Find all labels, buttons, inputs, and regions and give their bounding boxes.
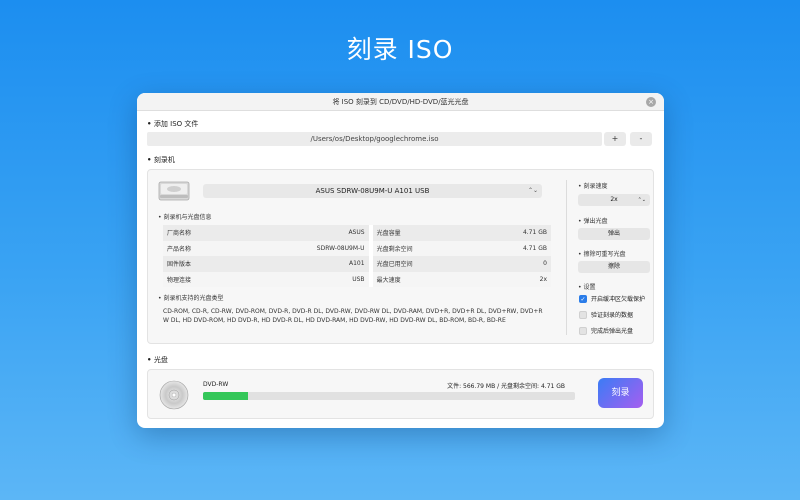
- drive-info-table: 厂商名称 ASUS 光盘容量 4.71 GB 产品名称 SDRW-08U9M-U 光盘剩余空…: [163, 225, 551, 287]
- media-types-text: CD-ROM, CD-R, CD-RW, DVD-ROM, DVD-R, DVD…: [163, 308, 543, 324]
- info-key: 光盘已用空间: [368, 256, 477, 272]
- info-value: 4.71 GB: [476, 225, 551, 241]
- info-key: 光盘剩余空间: [368, 240, 477, 256]
- option-label: 验证刻录的数据: [591, 312, 634, 319]
- info-value: 0: [476, 256, 551, 272]
- info-value: A101: [236, 256, 371, 272]
- option-checkbox[interactable]: [579, 310, 587, 319]
- info-value: USB: [236, 271, 371, 287]
- drive-select-value: ASUS SDRW-08U9M-U A101 USB: [315, 187, 430, 195]
- option-label: 完成后弹出光盘: [591, 328, 634, 335]
- hero-title: 刻录 ISO: [346, 35, 454, 64]
- info-key: 最大速度: [368, 271, 477, 287]
- burn-progress-bar: [203, 392, 575, 400]
- select-arrows-icon: ⌃⌄: [527, 187, 538, 194]
- erase-label: 擦除可重写光盘: [578, 249, 625, 258]
- info-row: 物理连接 USB 最大速度 2x: [163, 271, 551, 287]
- info-key: 产品名称: [163, 240, 237, 256]
- disc-label: 光盘: [147, 355, 168, 365]
- settings-label: 设置: [578, 282, 595, 291]
- burn-window: 将 ISO 刻录到 CD/DVD/HD-DVD/蓝光光盘 × 添加 ISO 文件…: [137, 93, 664, 428]
- media-types-label: 刻录机支持的光盘类型: [158, 293, 223, 302]
- eject-label: 弹出光盘: [578, 216, 607, 225]
- info-value: ASUS: [236, 225, 371, 241]
- option-checkbox[interactable]: [579, 326, 587, 335]
- window-title: 将 ISO 刻录到 CD/DVD/HD-DVD/蓝光光盘: [332, 98, 469, 106]
- info-value: 2x: [476, 271, 551, 287]
- optical-drive-icon: [158, 181, 190, 201]
- option-row[interactable]: 验证刻录的数据: [579, 310, 633, 319]
- drive-info-label: 刻录机与光盘信息: [158, 212, 211, 221]
- window-titlebar: 将 ISO 刻录到 CD/DVD/HD-DVD/蓝光光盘 ×: [137, 93, 664, 111]
- erase-button[interactable]: 擦除: [578, 261, 650, 273]
- option-row[interactable]: ✓ 开启缓冲区欠载保护: [579, 294, 645, 303]
- disc-info: 文件: 566.79 MB / 光盘剩余空间: 4.71 GB: [447, 383, 565, 390]
- option-row[interactable]: 完成后弹出光盘: [579, 326, 633, 335]
- info-key: 固件版本: [163, 256, 237, 272]
- speed-arrows-icon: ⌃⌄: [637, 197, 646, 203]
- info-row: 固件版本 A101 光盘已用空间 0: [163, 256, 551, 272]
- info-key: 厂商名称: [163, 225, 237, 241]
- option-checkbox[interactable]: ✓: [579, 294, 587, 303]
- info-row: 厂商名称 ASUS 光盘容量 4.71 GB: [163, 225, 551, 241]
- burn-progress-fill: [203, 392, 248, 400]
- info-key: 物理连接: [163, 271, 237, 287]
- iso-path-field[interactable]: /Users/os/Desktop/googlechrome.iso: [147, 132, 602, 146]
- eject-button[interactable]: 弹出: [578, 228, 650, 240]
- info-key: 光盘容量: [368, 225, 477, 241]
- speed-label: 刻录速度: [578, 181, 607, 190]
- disc-icon: [159, 380, 189, 410]
- disc-type: DVD-RW: [203, 381, 229, 388]
- speed-select[interactable]: 2x ⌃⌄: [578, 194, 650, 206]
- panel-divider: [566, 180, 567, 335]
- add-iso-label: 添加 ISO 文件: [147, 119, 198, 129]
- info-row: 产品名称 SDRW-08U9M-U 光盘剩余空间 4.71 GB: [163, 240, 551, 256]
- close-button[interactable]: ×: [646, 97, 656, 107]
- info-value: 4.71 GB: [476, 240, 551, 256]
- remove-iso-button[interactable]: -: [630, 132, 652, 146]
- speed-value: 2x: [610, 196, 618, 203]
- info-value: SDRW-08U9M-U: [236, 240, 371, 256]
- burn-button[interactable]: 刻录: [598, 378, 643, 408]
- burner-label: 刻录机: [147, 155, 175, 165]
- add-iso-button[interactable]: +: [604, 132, 626, 146]
- option-label: 开启缓冲区欠载保护: [591, 296, 646, 303]
- drive-select[interactable]: ASUS SDRW-08U9M-U A101 USB ⌃⌄: [203, 184, 542, 198]
- burner-panel: ASUS SDRW-08U9M-U A101 USB ⌃⌄ 刻录机与光盘信息 厂…: [147, 169, 654, 344]
- disc-panel: DVD-RW 文件: 566.79 MB / 光盘剩余空间: 4.71 GB 刻…: [147, 369, 654, 419]
